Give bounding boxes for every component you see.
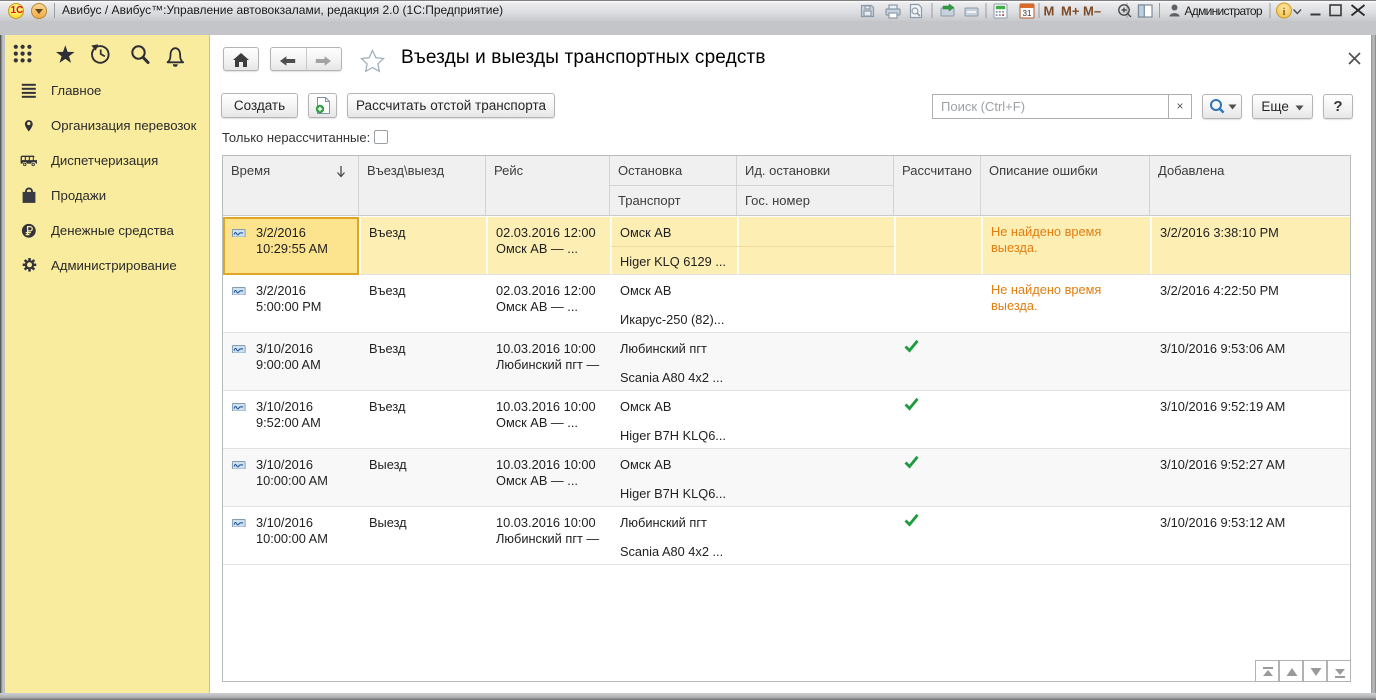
svg-text:M: M xyxy=(1044,4,1055,19)
svg-text:i: i xyxy=(1282,6,1285,18)
svg-text:Администратор: Администратор xyxy=(1185,4,1263,18)
svg-text:M+: M+ xyxy=(1061,4,1080,19)
svg-text:M–: M– xyxy=(1083,4,1101,19)
svg-text:31: 31 xyxy=(1023,9,1032,18)
